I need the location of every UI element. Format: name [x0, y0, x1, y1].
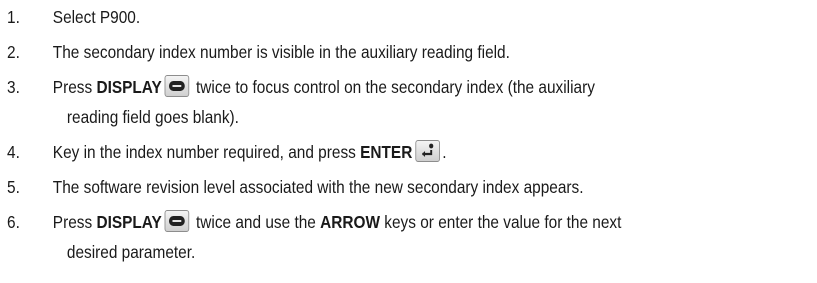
step-text-post: . [442, 142, 447, 162]
instruction-document: 1. Select P900. 2. The secondary index n… [0, 0, 817, 283]
enter-key-icon [414, 140, 440, 163]
step-text: Press DISPLAY twice to focus control on … [53, 74, 595, 100]
display-key-label: DISPLAY [96, 77, 162, 97]
step-number: 1. [7, 7, 20, 27]
step-text: The software revision level associated w… [52, 177, 584, 197]
step-number: 4. [7, 142, 20, 162]
step-text: The secondary index number is visible in… [52, 42, 510, 62]
step-text-post: twice to focus control on the secondary … [191, 77, 595, 97]
step-text-pre: Press [52, 212, 97, 232]
display-key-icon [164, 75, 190, 98]
step-text: Press DISPLAY twice and use the ARROW ke… [53, 209, 622, 235]
step-number: 3. [7, 77, 20, 97]
display-key-label: DISPLAY [96, 212, 162, 232]
step-text: Key in the index number required, and pr… [53, 139, 447, 165]
enter-key-label: ENTER [360, 142, 413, 162]
step-text-continued: desired parameter. [66, 242, 196, 262]
step-number: 6. [7, 212, 20, 232]
step-text-pre: Key in the index number required, and pr… [52, 142, 361, 162]
step-text: Select P900. [52, 7, 141, 27]
arrow-key-label: ARROW [320, 212, 381, 232]
step-text-post: twice and use the [191, 212, 321, 232]
display-key-icon [164, 210, 190, 233]
step-number: 5. [7, 177, 20, 197]
step-text-continued: reading field goes blank). [66, 107, 239, 127]
step-text-pre: Press [52, 77, 97, 97]
step-text-post2: keys or enter the value for the next [380, 212, 622, 232]
step-number: 2. [7, 42, 20, 62]
